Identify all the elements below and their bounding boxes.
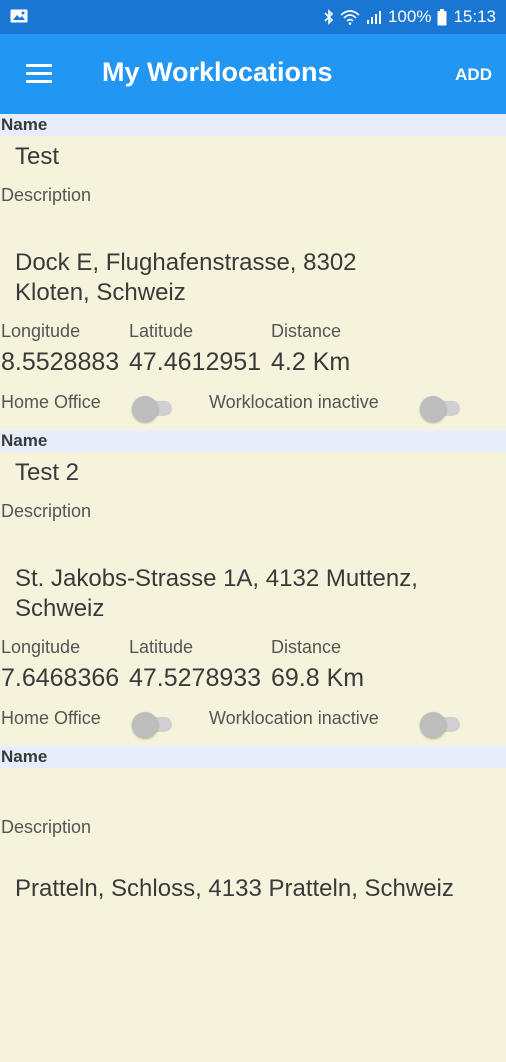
inactive-switch[interactable]	[420, 396, 460, 422]
distance-label: Distance	[271, 637, 342, 657]
address-line-1: St. Jakobs-Strasse 1A, 4132 Muttenz,	[15, 565, 418, 592]
distance-value: 4.2 Km	[271, 348, 351, 376]
inactive-switch[interactable]	[420, 712, 460, 738]
worklocation-card[interactable]: Name Test 2 Description St. Jakobs-Stras…	[0, 430, 506, 746]
status-bar: 100% 15:13	[0, 0, 506, 34]
clock: 15:13	[453, 7, 496, 26]
home-office-switch[interactable]	[132, 712, 172, 738]
home-office-label: Home Office	[1, 392, 101, 412]
worklocation-card[interactable]: Name Description Pratteln, Schloss, 4133…	[0, 746, 506, 1062]
longitude-value: 7.6468366	[1, 664, 120, 692]
latitude-label: Latitude	[129, 321, 194, 341]
battery-icon	[437, 8, 447, 25]
page-title: My Worklocations	[102, 57, 333, 87]
name-label: Name	[0, 114, 506, 136]
home-office-switch[interactable]	[132, 396, 172, 422]
add-button[interactable]: ADD	[455, 65, 492, 85]
wifi-icon	[340, 10, 360, 25]
address-line-2: Kloten, Schweiz	[15, 279, 186, 306]
longitude-label: Longitude	[1, 321, 81, 341]
description-label: Description	[1, 185, 92, 205]
bluetooth-icon	[324, 9, 334, 25]
distance-label: Distance	[271, 321, 342, 341]
home-office-label: Home Office	[1, 708, 101, 728]
name-value: Test 2	[15, 459, 80, 486]
signal-icon	[366, 11, 381, 24]
worklocation-list: Name Test Description Dock E, Flughafens…	[0, 114, 506, 1062]
address-value: Dock E, Flughafenstrasse, 8302 Kloten, S…	[15, 248, 485, 308]
longitude-label: Longitude	[1, 637, 81, 657]
name-value: Test	[15, 143, 60, 170]
name-label: Name	[0, 746, 506, 768]
latitude-value: 47.4612951	[129, 348, 262, 376]
menu-icon[interactable]	[24, 60, 54, 88]
longitude-value: 8.5528883	[1, 348, 120, 376]
latitude-label: Latitude	[129, 637, 194, 657]
description-label: Description	[1, 817, 92, 837]
description-label: Description	[1, 501, 92, 521]
latitude-value: 47.5278933	[129, 664, 262, 692]
address-value: St. Jakobs-Strasse 1A, 4132 Muttenz, Sch…	[15, 564, 485, 624]
worklocation-card[interactable]: Name Test Description Dock E, Flughafens…	[0, 114, 506, 430]
inactive-label: Worklocation inactive	[209, 392, 379, 412]
inactive-label: Worklocation inactive	[209, 708, 379, 728]
app-bar: My Worklocations ADD	[0, 34, 506, 114]
name-label: Name	[0, 430, 506, 452]
battery-percent: 100%	[387, 7, 432, 26]
address-line-2: Schweiz	[15, 595, 105, 622]
address-line-1: Dock E, Flughafenstrasse, 8302	[15, 249, 357, 276]
image-notification-icon	[10, 9, 28, 23]
distance-value: 69.8 Km	[271, 664, 365, 692]
